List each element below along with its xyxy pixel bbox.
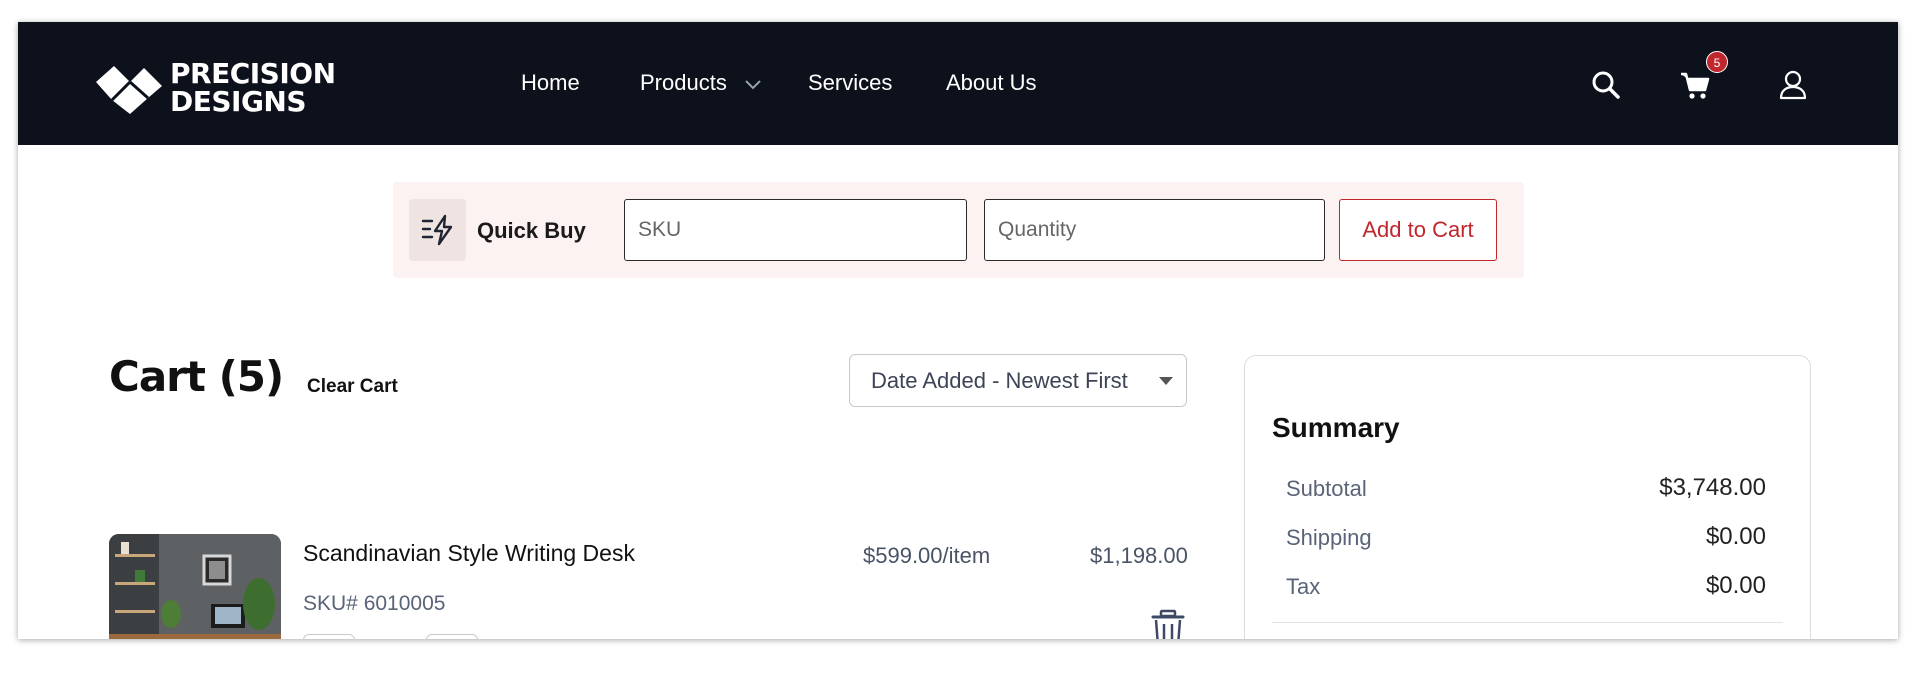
user-icon[interactable] <box>1776 68 1810 102</box>
quantity-decrement-button[interactable] <box>303 634 355 639</box>
brand-line-2: DESIGNS <box>170 85 307 118</box>
summary-value: $0.00 <box>1705 572 1766 599</box>
cart-count-badge: 5 <box>1706 51 1728 73</box>
clear-cart-button[interactable]: Clear Cart <box>307 376 398 398</box>
summary-row-shipping: Shipping $0.00 <box>1286 523 1766 555</box>
chevron-down-icon[interactable] <box>743 74 763 94</box>
product-sku: SKU# 6010005 <box>303 592 446 615</box>
browser-viewport: PRECISION DESIGNS Home Products Services… <box>18 22 1898 639</box>
brand-logo[interactable]: PRECISION DESIGNS <box>92 60 372 116</box>
trash-icon[interactable] <box>1148 608 1188 639</box>
add-to-cart-button[interactable]: Add to Cart <box>1339 199 1497 261</box>
quantity-increment-button[interactable] <box>426 634 478 639</box>
quick-buy-icon-box <box>409 199 466 261</box>
summary-title: Summary <box>1272 412 1400 443</box>
brand-line-1: PRECISION <box>170 57 336 90</box>
cart-title: Cart (5) <box>109 352 284 401</box>
quick-buy-icon <box>421 214 453 246</box>
summary-label: Tax <box>1286 574 1321 599</box>
product-image[interactable] <box>109 534 281 639</box>
summary-row-subtotal: Subtotal $3,748.00 <box>1286 474 1766 506</box>
nav-services[interactable]: Services <box>808 70 892 96</box>
site-header: PRECISION DESIGNS Home Products Services… <box>18 22 1898 145</box>
summary-row-tax: Tax $0.00 <box>1286 572 1766 604</box>
summary-divider <box>1272 622 1783 623</box>
dropdown-arrow-icon <box>1159 377 1173 385</box>
summary-value: $0.00 <box>1705 523 1766 550</box>
summary-label: Shipping <box>1286 525 1372 550</box>
summary-value: $3,748.00 <box>1659 474 1766 501</box>
sku-input[interactable] <box>624 199 967 261</box>
logo-mark-icon <box>96 66 162 114</box>
product-name[interactable]: Scandinavian Style Writing Desk <box>303 540 635 567</box>
quick-buy-bar: Quick Buy Add to Cart <box>393 182 1524 278</box>
product-line-total: $1,198.00 <box>1090 543 1188 568</box>
cart-icon[interactable] <box>1678 68 1712 102</box>
summary-label: Subtotal <box>1286 476 1367 501</box>
quick-buy-label: Quick Buy <box>477 218 586 243</box>
nav-products[interactable]: Products <box>640 70 727 96</box>
brand-wordmark: PRECISION DESIGNS <box>170 60 336 116</box>
nav-about-us[interactable]: About Us <box>946 70 1037 96</box>
order-summary-card: Summary Subtotal $3,748.00 Shipping $0.0… <box>1244 355 1811 639</box>
sort-select[interactable]: Date Added - Newest First <box>849 354 1187 407</box>
sort-selected-value: Date Added - Newest First <box>871 368 1128 393</box>
search-icon[interactable] <box>1589 68 1623 102</box>
nav-home[interactable]: Home <box>521 70 580 96</box>
desk-photo <box>109 534 281 639</box>
product-unit-price: $599.00/item <box>863 543 991 568</box>
quantity-input[interactable] <box>984 199 1325 261</box>
